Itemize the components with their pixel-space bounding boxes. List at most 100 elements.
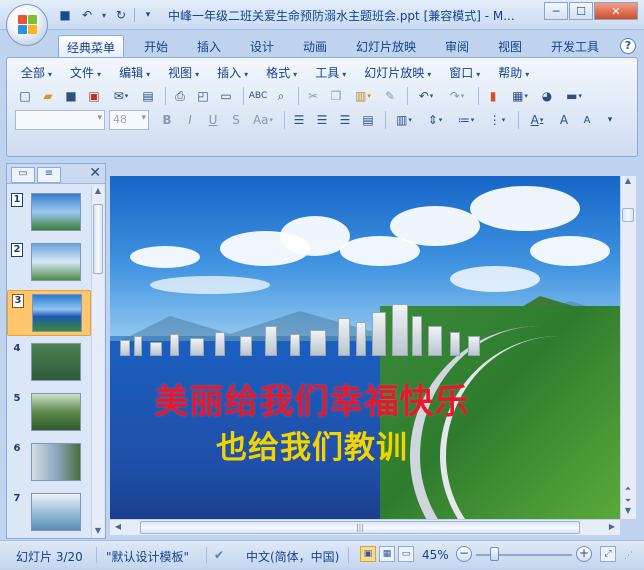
tab-developer[interactable]: 开发工具 — [543, 35, 607, 57]
zoom-slider-thumb[interactable] — [490, 547, 499, 561]
scroll-thumb[interactable] — [93, 204, 103, 274]
minimize-button[interactable]: ─ — [544, 2, 568, 20]
scroll-up-icon[interactable]: ▲ — [621, 176, 635, 188]
menu-slideshow[interactable]: 幻灯片放映 ▾ — [358, 64, 437, 81]
menu-insert[interactable]: 插入 ▾ — [211, 64, 254, 81]
line-spacing-icon[interactable]: ⇕ ▾ — [421, 110, 449, 130]
tab-classic-menu[interactable]: 经典菜单 — [58, 35, 125, 57]
slide-thumbnail-selected[interactable]: 3 — [7, 290, 91, 336]
slide-thumbnail[interactable]: 7 — [7, 490, 91, 536]
customize-qat-icon[interactable]: ▾ — [139, 7, 157, 23]
menu-help[interactable]: 帮助 ▾ — [492, 64, 535, 81]
print-preview-icon[interactable]: ◰ — [193, 86, 213, 106]
slide-horizontal-scrollbar[interactable]: ◀ ||| ▶ — [110, 519, 620, 535]
zoom-in-button[interactable]: + — [576, 546, 592, 562]
slide-title-line2[interactable]: 也给我们教训 — [110, 422, 514, 467]
tab-home[interactable]: 开始 — [136, 35, 176, 57]
scroll-left-icon[interactable]: ◀ — [112, 522, 124, 534]
save-icon[interactable]: ■ — [61, 86, 81, 106]
slide-thumbnail[interactable]: 4 — [7, 340, 91, 386]
italic-button[interactable]: I — [180, 110, 200, 130]
menu-view[interactable]: 视图 ▾ — [162, 64, 205, 81]
justify-icon[interactable]: ▤ — [358, 110, 378, 130]
tab-slideshow[interactable]: 幻灯片放映 — [348, 35, 424, 57]
outline-tab[interactable]: ≡ — [37, 167, 61, 183]
save-icon[interactable]: ■ — [56, 7, 74, 23]
tab-insert[interactable]: 插入 — [189, 35, 229, 57]
color-icon[interactable]: ▬ ▾ — [560, 86, 588, 106]
slide-thumbnail[interactable]: 6 — [7, 440, 91, 486]
menu-all[interactable]: 全部 ▾ — [15, 64, 58, 81]
change-case-button[interactable]: Aa ▾ — [249, 110, 277, 130]
scroll-right-icon[interactable]: ▶ — [606, 522, 618, 534]
align-right-icon[interactable]: ☰ — [335, 110, 355, 130]
text-direction-icon[interactable]: ▥ ▾ — [390, 110, 418, 130]
undo-dropdown-icon[interactable]: ▾ — [100, 7, 108, 23]
undo-icon[interactable]: ↶ ▾ — [412, 86, 440, 106]
font-name-input[interactable] — [15, 110, 105, 130]
bullets-icon[interactable]: ⋮ ▾ — [483, 110, 511, 130]
align-left-icon[interactable]: ☰ — [289, 110, 309, 130]
menu-edit[interactable]: 编辑 ▾ — [113, 64, 156, 81]
table-icon[interactable]: ▦ ▾ — [506, 86, 534, 106]
normal-view-button[interactable]: ▣ — [360, 546, 376, 562]
spell-check-icon[interactable]: ✔ — [214, 548, 224, 562]
bold-button[interactable]: B — [157, 110, 177, 130]
scroll-down-icon[interactable]: ▼ — [92, 526, 104, 538]
grayscale-icon[interactable]: ◕ — [537, 86, 557, 106]
undo-icon[interactable]: ↶ — [78, 7, 96, 23]
slideshow-button[interactable]: ▭ — [398, 546, 414, 562]
help-icon[interactable]: ? — [620, 38, 636, 54]
slide-canvas[interactable]: 美丽给我们幸福快乐 也给我们教训 — [110, 176, 620, 519]
tab-review[interactable]: 审阅 — [437, 35, 477, 57]
more-icon[interactable]: ▾ — [600, 110, 620, 130]
open-icon[interactable]: ▰ — [38, 86, 58, 106]
maximize-button[interactable]: ☐ — [569, 2, 593, 20]
email-icon[interactable]: ✉ ▾ — [107, 86, 135, 106]
font-size-input[interactable]: 48 — [109, 110, 149, 130]
page-setup-icon[interactable]: ▭ — [216, 86, 236, 106]
close-button[interactable]: ✕ — [594, 2, 638, 20]
close-pane-icon[interactable]: ✕ — [89, 165, 101, 181]
redo-icon[interactable]: ↻ — [112, 7, 130, 23]
scroll-thumb[interactable]: ||| — [140, 521, 580, 534]
spelling-icon[interactable]: ABC — [248, 86, 268, 106]
print-icon[interactable]: ⎙ — [170, 86, 190, 106]
menu-tools[interactable]: 工具 ▾ — [309, 64, 352, 81]
research-icon[interactable]: ⌕ — [271, 86, 291, 106]
scroll-down-icon[interactable]: ▼ — [621, 506, 635, 518]
shadow-button[interactable]: S — [226, 110, 246, 130]
copy-icon[interactable]: ❐ — [326, 86, 346, 106]
publish-icon[interactable]: ▤ — [138, 86, 158, 106]
slide-thumbnail[interactable]: 1 — [7, 190, 91, 236]
tab-view[interactable]: 视图 — [490, 35, 530, 57]
menu-file[interactable]: 文件 ▾ — [64, 64, 107, 81]
underline-button[interactable]: U — [203, 110, 223, 130]
chart-icon[interactable]: ▮ — [483, 86, 503, 106]
tab-animation[interactable]: 动画 — [295, 35, 335, 57]
resize-grip-icon[interactable]: ⋰ — [624, 551, 633, 561]
format-painter-icon[interactable]: ✎ — [380, 86, 400, 106]
redo-icon[interactable]: ↷ ▾ — [443, 86, 471, 106]
align-center-icon[interactable]: ☰ — [312, 110, 332, 130]
slide-title-line1[interactable]: 美丽给我们幸福快乐 — [110, 374, 514, 423]
scroll-thumb[interactable] — [622, 208, 634, 222]
office-button[interactable] — [6, 4, 48, 46]
scroll-up-icon[interactable]: ▲ — [92, 186, 104, 198]
menu-format[interactable]: 格式 ▾ — [260, 64, 303, 81]
previous-slide-icon[interactable]: ⏶ — [621, 484, 635, 496]
slide-sorter-button[interactable]: ▦ — [379, 546, 395, 562]
tab-design[interactable]: 设计 — [242, 35, 282, 57]
slide-thumbnail[interactable]: 2 — [7, 240, 91, 286]
slides-tab[interactable]: ▭ — [11, 167, 35, 183]
menu-window[interactable]: 窗口 ▾ — [443, 64, 486, 81]
paste-icon[interactable]: ▥ ▾ — [349, 86, 377, 106]
numbering-icon[interactable]: ≔ ▾ — [452, 110, 480, 130]
font-color-icon[interactable]: A ▾ — [523, 110, 551, 130]
zoom-out-button[interactable]: − — [456, 546, 472, 562]
cut-icon[interactable]: ✂ — [303, 86, 323, 106]
slide-thumbnail[interactable]: 5 — [7, 390, 91, 436]
new-icon[interactable]: □ — [15, 86, 35, 106]
shrink-font-icon[interactable]: A — [577, 110, 597, 130]
zoom-level[interactable]: 45% — [422, 548, 449, 562]
